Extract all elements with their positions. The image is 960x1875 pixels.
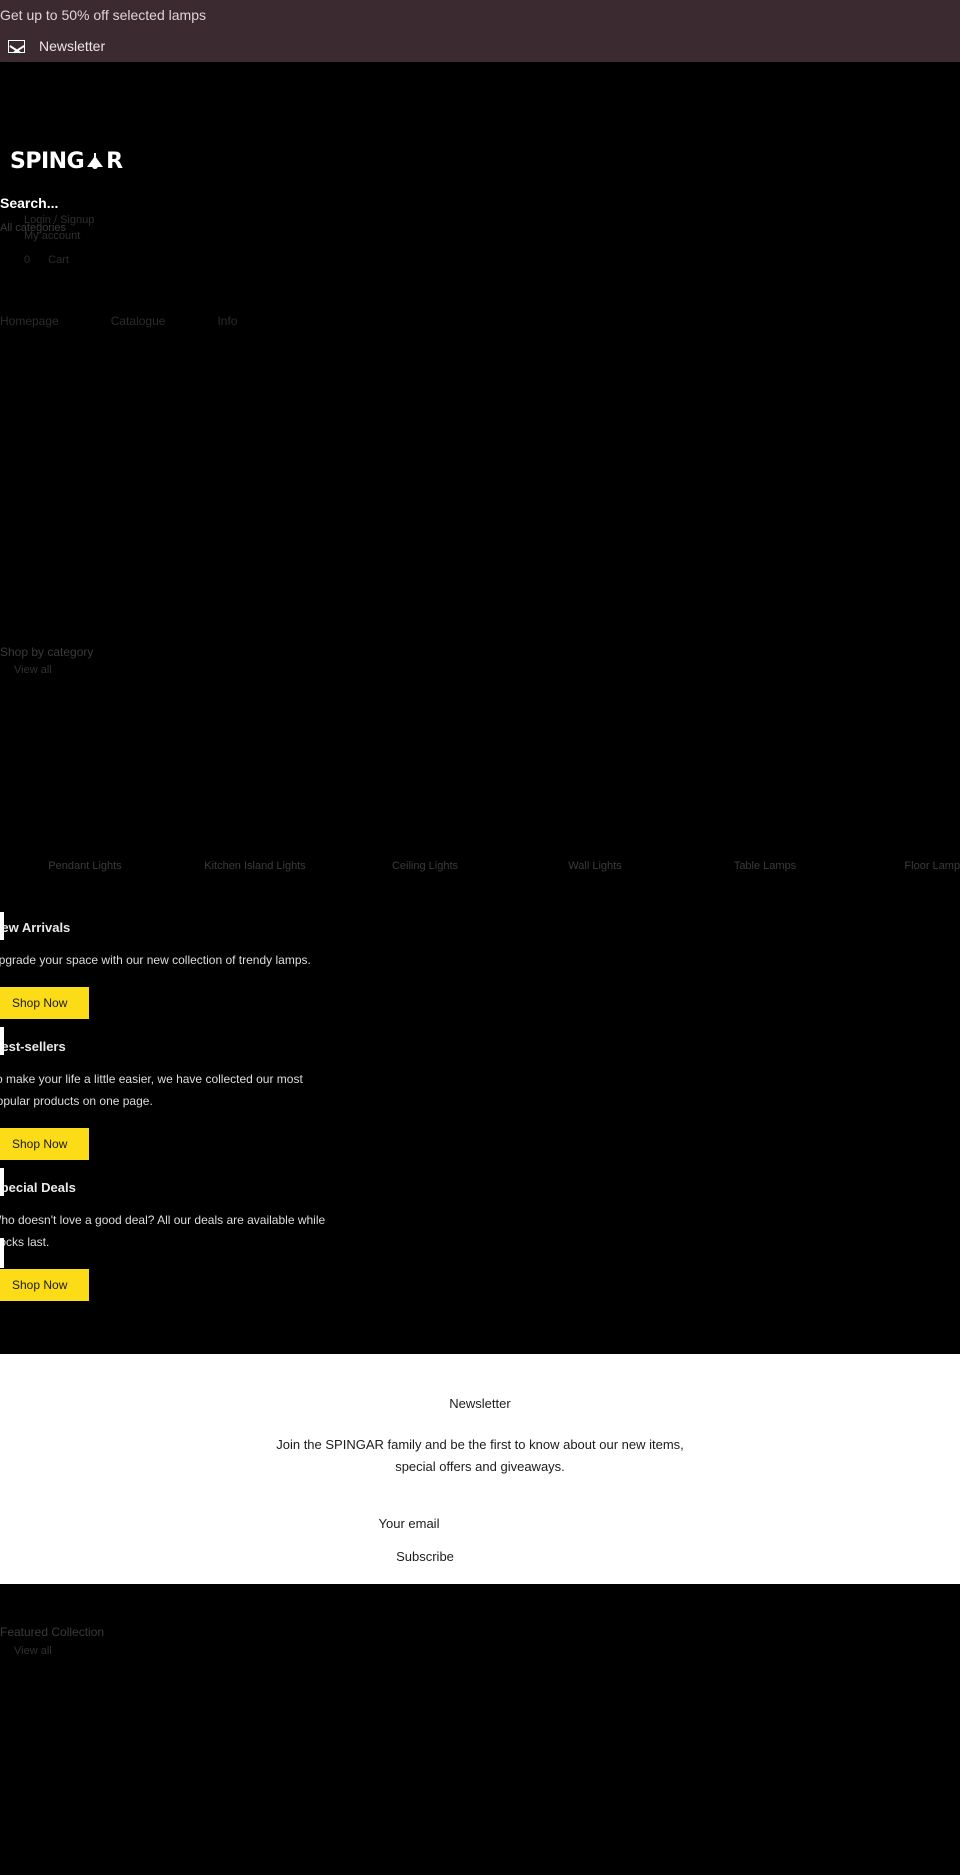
promo-description: Who doesn't love a good deal? All our de… <box>0 1213 326 1249</box>
promo-image-placeholder <box>0 1168 4 1196</box>
promo-description: To make your life a little easier, we ha… <box>0 1072 303 1108</box>
featured-collection-title: Featured Collection <box>0 1625 105 1639</box>
promo-title: Best-sellers <box>0 1039 66 1054</box>
nav-item-homepage[interactable]: Homepage <box>0 314 59 328</box>
logo-text-suffix: R <box>106 149 123 174</box>
announcement-newsletter-label: Newsletter <box>39 38 106 54</box>
newsletter-top-spacer <box>0 1354 960 1380</box>
category-item-floor-lamps[interactable]: Floor Lamps <box>850 860 960 872</box>
cart-count: 0 <box>24 254 31 266</box>
promo-sections: New Arrivals Upgrade your space with our… <box>0 912 960 1321</box>
announcement-bar: Get up to 50% off selected lamps Newslet… <box>0 0 960 62</box>
promo-title: New Arrivals <box>0 920 71 935</box>
shop-by-category-section: Shop by category View all Pendant Lights… <box>0 645 960 872</box>
site-header: SPING R Search... All categories Login /… <box>0 62 960 328</box>
newsletter-description: Join the SPINGAR family and be the first… <box>0 1434 960 1478</box>
promo-image-placeholder <box>0 1027 4 1055</box>
cart-label: Cart <box>48 254 69 266</box>
promo-title: Special Deals <box>0 1180 76 1195</box>
site-logo[interactable]: SPING R <box>10 149 123 174</box>
newsletter-subscribe-button[interactable]: Subscribe <box>0 1549 960 1564</box>
search-input[interactable]: Search... <box>0 195 58 211</box>
nav-item-catalogue[interactable]: Catalogue <box>111 314 166 328</box>
newsletter-description-line-2: special offers and giveaways. <box>395 1459 565 1474</box>
newsletter-bottom-spacer <box>0 1575 960 1584</box>
my-account-link[interactable]: My account <box>24 230 80 242</box>
featured-collection-view-all-link[interactable]: View all <box>14 1645 960 1657</box>
nav-item-info[interactable]: Info <box>217 314 237 328</box>
category-item-table-lamps[interactable]: Table Lamps <box>680 860 850 872</box>
shop-by-category-title: Shop by category <box>0 645 94 659</box>
shop-now-button[interactable]: Shop Now <box>0 1269 90 1301</box>
promo-best-sellers: Best-sellers To make your life a little … <box>0 1027 960 1160</box>
newsletter-section: Newsletter Join the SPINGAR family and b… <box>0 1380 960 1575</box>
promo-description: Upgrade your space with our new collecti… <box>0 953 311 967</box>
announcement-newsletter-link[interactable]: Newsletter <box>8 38 105 54</box>
category-item-wall-lights[interactable]: Wall Lights <box>510 860 680 872</box>
login-signup-link[interactable]: Login / Signup <box>24 214 94 226</box>
category-item-ceiling-lights[interactable]: Ceiling Lights <box>340 860 510 872</box>
shop-by-category-view-all-link[interactable]: View all <box>14 664 960 676</box>
shop-now-button[interactable]: Shop Now <box>0 987 90 1019</box>
category-item-pendant-lights[interactable]: Pendant Lights <box>0 860 170 872</box>
newsletter-description-line-1: Join the SPINGAR family and be the first… <box>276 1437 684 1452</box>
lamp-icon <box>85 153 105 170</box>
category-list: Pendant Lights Kitchen Island Lights Cei… <box>0 860 960 872</box>
featured-collection-section: Featured Collection View all <box>0 1625 960 1657</box>
promo-special-deals: Special Deals Who doesn't love a good de… <box>0 1168 960 1301</box>
newsletter-title: Newsletter <box>449 1396 511 1411</box>
logo-text-prefix: SPING <box>10 149 85 174</box>
main-navigation: Homepage Catalogue Info <box>0 314 237 328</box>
promo-new-arrivals: New Arrivals Upgrade your space with our… <box>0 912 960 1019</box>
cart-link[interactable]: 0 Cart <box>24 254 69 266</box>
mail-icon <box>8 39 25 53</box>
category-item-kitchen-island-lights[interactable]: Kitchen Island Lights <box>170 860 340 872</box>
hero-banner <box>0 252 960 612</box>
promo-image-placeholder <box>0 912 4 940</box>
announcement-promo-text: Get up to 50% off selected lamps <box>0 7 206 23</box>
promo-image-placeholder <box>0 1238 4 1268</box>
shop-now-button[interactable]: Shop Now <box>0 1128 90 1160</box>
newsletter-email-input[interactable]: Your email <box>0 1516 960 1531</box>
